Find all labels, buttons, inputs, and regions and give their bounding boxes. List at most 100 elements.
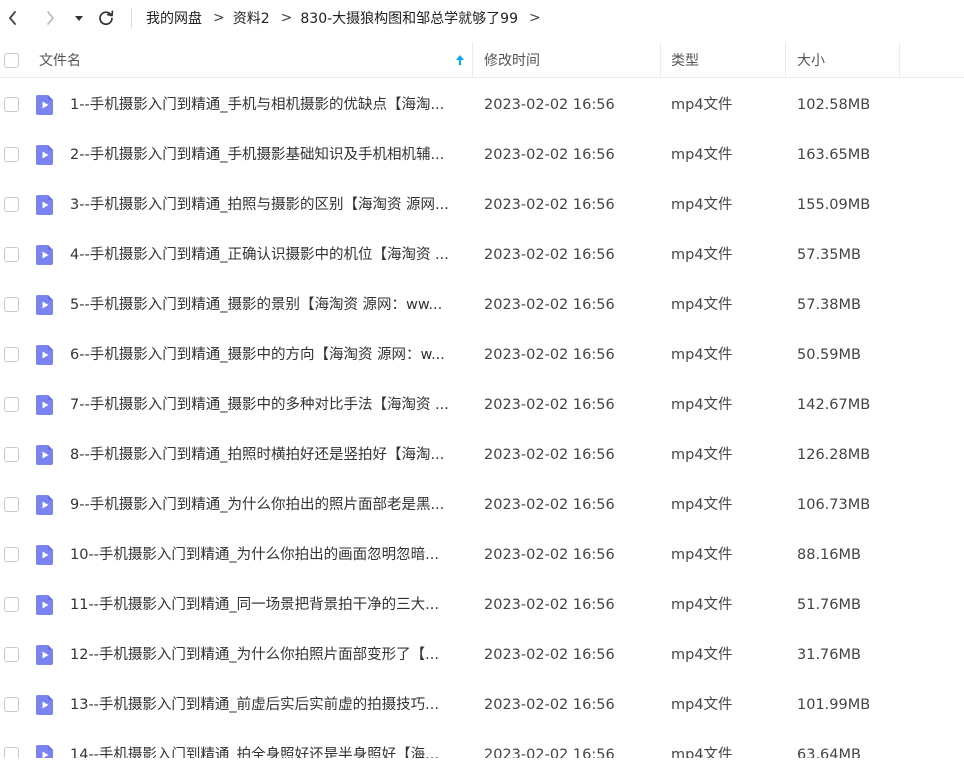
file-name[interactable]: 6--手机摄影入门到精通_摄影中的方向【海淘资 源网：w...: [70, 330, 462, 380]
file-modified: 2023-02-02 16:56: [484, 747, 615, 760]
toolbar-divider: [131, 8, 132, 28]
column-divider[interactable]: [899, 42, 900, 78]
video-file-icon: [36, 295, 53, 315]
column-header-type[interactable]: 类型: [671, 42, 785, 78]
breadcrumb-item-folder[interactable]: 资料2: [233, 8, 270, 28]
video-file-icon: [36, 495, 53, 515]
file-name[interactable]: 10--手机摄影入门到精通_为什么你拍出的画面忽明忽暗...: [70, 530, 462, 580]
file-size: 106.73MB: [797, 497, 871, 513]
breadcrumb-separator: >: [528, 10, 541, 26]
file-row[interactable]: 4--手机摄影入门到精通_正确认识摄影中的机位【海淘资 ... 2023-02-0…: [0, 230, 964, 280]
video-file-icon: [36, 595, 53, 615]
row-checkbox[interactable]: [4, 647, 19, 662]
row-checkbox[interactable]: [4, 97, 19, 112]
column-header-name[interactable]: 文件名: [39, 42, 472, 78]
file-name[interactable]: 12--手机摄影入门到精通_为什么你拍照片面部变形了【...: [70, 630, 462, 680]
video-file-icon: [36, 95, 53, 115]
file-name[interactable]: 4--手机摄影入门到精通_正确认识摄影中的机位【海淘资 ...: [70, 230, 462, 280]
column-divider[interactable]: [660, 42, 661, 78]
row-checkbox[interactable]: [4, 697, 19, 712]
file-name[interactable]: 13--手机摄影入门到精通_前虚后实后实前虚的拍摄技巧...: [70, 680, 462, 730]
file-size: 101.99MB: [797, 697, 871, 713]
file-type: mp4文件: [671, 397, 733, 413]
file-name[interactable]: 8--手机摄影入门到精通_拍照时横拍好还是竖拍好【海淘...: [70, 430, 462, 480]
file-name[interactable]: 14--手机摄影入门到精通_拍全身照好还是半身照好【海...: [70, 730, 462, 760]
file-row[interactable]: 11--手机摄影入门到精通_同一场景把背景拍干净的三大... 2023-02-02…: [0, 580, 964, 630]
row-checkbox[interactable]: [4, 347, 19, 362]
row-checkbox[interactable]: [4, 197, 19, 212]
chevron-right-icon: [47, 11, 54, 25]
file-modified: 2023-02-02 16:56: [484, 347, 615, 363]
file-modified: 2023-02-02 16:56: [484, 97, 615, 113]
file-row[interactable]: 12--手机摄影入门到精通_为什么你拍照片面部变形了【... 2023-02-02…: [0, 630, 964, 680]
list-clip: [0, 758, 964, 780]
file-row[interactable]: 10--手机摄影入门到精通_为什么你拍出的画面忽明忽暗... 2023-02-02…: [0, 530, 964, 580]
file-name[interactable]: 9--手机摄影入门到精通_为什么你拍出的照片面部老是黑...: [70, 480, 462, 530]
breadcrumb-item-root[interactable]: 我的网盘: [146, 8, 202, 28]
file-size: 57.38MB: [797, 297, 861, 313]
file-modified: 2023-02-02 16:56: [484, 697, 615, 713]
file-modified: 2023-02-02 16:56: [484, 397, 615, 413]
file-name[interactable]: 3--手机摄影入门到精通_拍照与摄影的区别【海淘资 源网...: [70, 180, 462, 230]
file-name[interactable]: 11--手机摄影入门到精通_同一场景把背景拍干净的三大...: [70, 580, 462, 630]
breadcrumb-separator: >: [280, 10, 293, 26]
row-checkbox[interactable]: [4, 397, 19, 412]
file-size: 88.16MB: [797, 547, 861, 563]
video-file-icon: [36, 195, 53, 215]
file-type: mp4文件: [671, 347, 733, 363]
row-checkbox[interactable]: [4, 247, 19, 262]
column-header-modified[interactable]: 修改时间: [484, 42, 660, 78]
column-divider[interactable]: [472, 42, 473, 78]
file-row[interactable]: 9--手机摄影入门到精通_为什么你拍出的照片面部老是黑... 2023-02-02…: [0, 480, 964, 530]
file-type: mp4文件: [671, 597, 733, 613]
file-size: 57.35MB: [797, 247, 861, 263]
video-file-icon: [36, 245, 53, 265]
breadcrumb-item-current[interactable]: 830-大摄狼构图和邹总学就够了99: [300, 8, 518, 28]
file-row[interactable]: 6--手机摄影入门到精通_摄影中的方向【海淘资 源网：w... 2023-02-0…: [0, 330, 964, 380]
back-button[interactable]: [2, 6, 24, 30]
history-dropdown-button[interactable]: [72, 6, 86, 30]
row-checkbox[interactable]: [4, 147, 19, 162]
file-name[interactable]: 2--手机摄影入门到精通_手机摄影基础知识及手机相机辅...: [70, 130, 462, 180]
file-modified: 2023-02-02 16:56: [484, 597, 615, 613]
file-size: 51.76MB: [797, 597, 861, 613]
file-row[interactable]: 8--手机摄影入门到精通_拍照时横拍好还是竖拍好【海淘... 2023-02-02…: [0, 430, 964, 480]
forward-button[interactable]: [39, 6, 61, 30]
file-size: 155.09MB: [797, 197, 871, 213]
file-size: 126.28MB: [797, 447, 871, 463]
column-divider[interactable]: [785, 42, 786, 78]
refresh-button[interactable]: [94, 6, 118, 30]
file-row[interactable]: 14--手机摄影入门到精通_拍全身照好还是半身照好【海... 2023-02-02…: [0, 730, 964, 760]
file-row[interactable]: 7--手机摄影入门到精通_摄影中的多种对比手法【海淘资 ... 2023-02-0…: [0, 380, 964, 430]
breadcrumb: 我的网盘 > 资料2 > 830-大摄狼构图和邹总学就够了99 >: [146, 0, 549, 36]
file-name[interactable]: 7--手机摄影入门到精通_摄影中的多种对比手法【海淘资 ...: [70, 380, 462, 430]
row-checkbox[interactable]: [4, 547, 19, 562]
top-bar: 我的网盘 > 资料2 > 830-大摄狼构图和邹总学就够了99 >: [0, 0, 964, 36]
select-all-cell: [4, 42, 19, 78]
file-type: mp4文件: [671, 197, 733, 213]
row-checkbox[interactable]: [4, 597, 19, 612]
file-size: 63.64MB: [797, 747, 861, 760]
file-name[interactable]: 1--手机摄影入门到精通_手机与相机摄影的优缺点【海淘...: [70, 80, 462, 130]
file-type: mp4文件: [671, 147, 733, 163]
column-header-modified-label: 修改时间: [484, 53, 540, 69]
file-size: 142.67MB: [797, 397, 871, 413]
row-checkbox[interactable]: [4, 297, 19, 312]
select-all-checkbox[interactable]: [4, 52, 19, 68]
column-header-size[interactable]: 大小: [797, 42, 899, 78]
column-header-size-label: 大小: [797, 53, 825, 69]
file-row[interactable]: 13--手机摄影入门到精通_前虚后实后实前虚的拍摄技巧... 2023-02-02…: [0, 680, 964, 730]
file-name[interactable]: 5--手机摄影入门到精通_摄影的景别【海淘资 源网：ww...: [70, 280, 462, 330]
video-file-icon: [36, 545, 53, 565]
row-checkbox[interactable]: [4, 497, 19, 512]
file-size: 50.59MB: [797, 347, 861, 363]
breadcrumb-separator: >: [213, 10, 225, 26]
file-list-header: 文件名 修改时间 类型 大小: [0, 42, 964, 78]
video-file-icon: [36, 345, 53, 365]
row-checkbox[interactable]: [4, 447, 19, 462]
file-row[interactable]: 5--手机摄影入门到精通_摄影的景别【海淘资 源网：ww... 2023-02-0…: [0, 280, 964, 330]
file-row[interactable]: 3--手机摄影入门到精通_拍照与摄影的区别【海淘资 源网... 2023-02-0…: [0, 180, 964, 230]
file-row[interactable]: 1--手机摄影入门到精通_手机与相机摄影的优缺点【海淘... 2023-02-02…: [0, 80, 964, 130]
file-row[interactable]: 2--手机摄影入门到精通_手机摄影基础知识及手机相机辅... 2023-02-02…: [0, 130, 964, 180]
video-file-icon: [36, 145, 53, 165]
